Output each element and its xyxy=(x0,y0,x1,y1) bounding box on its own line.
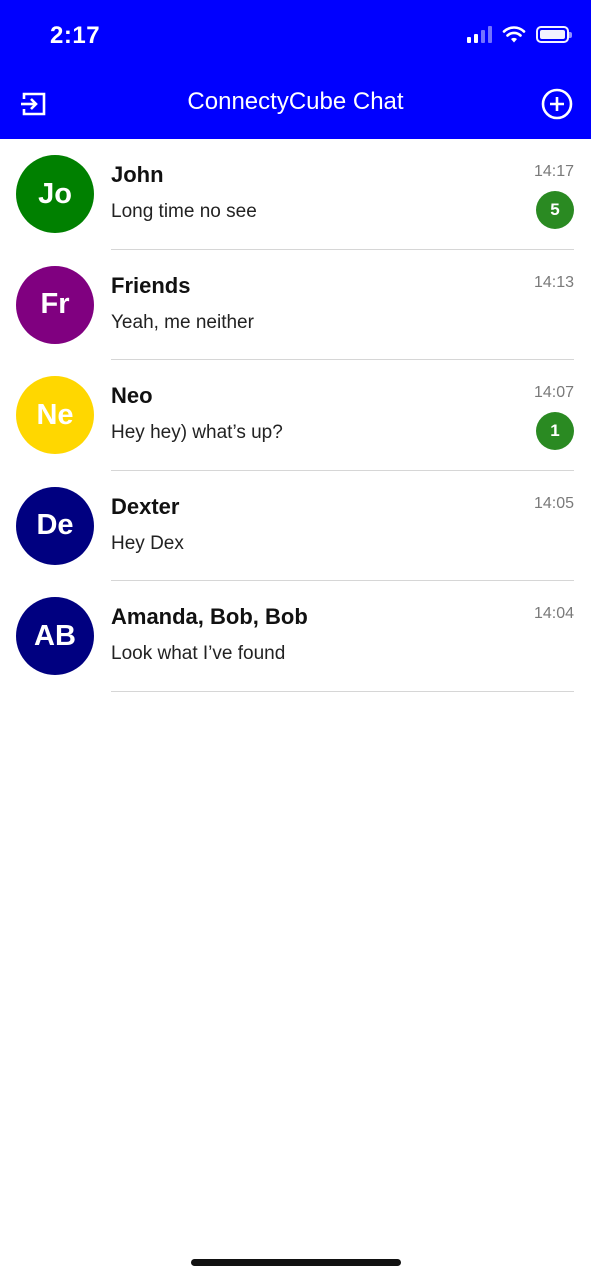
last-message: Look what I’ve found xyxy=(111,643,286,664)
unread-badge: 1 xyxy=(536,412,574,450)
chat-row[interactable]: Jo John Long time no see 14:17 5 xyxy=(0,139,591,250)
cellular-signal-icon xyxy=(467,25,492,43)
chat-name: John xyxy=(111,162,164,187)
unread-badge: 5 xyxy=(536,191,574,229)
message-time: 14:17 xyxy=(533,163,574,180)
chat-name: Friends xyxy=(111,272,191,298)
chat-row[interactable]: De Dexter Hey Dex 14:05 xyxy=(0,471,591,581)
avatar: Fr xyxy=(16,265,94,344)
home-indicator xyxy=(191,1259,401,1266)
status-icons xyxy=(467,25,572,43)
chat-list-screen: 2:17 ConnectyCube Chat Jo John Long time… xyxy=(0,0,591,1280)
chat-list: Jo John Long time no see 14:17 5 Fr Friends Yea… xyxy=(0,139,591,692)
avatar: AB xyxy=(16,597,94,675)
chat-name: Dexter xyxy=(111,493,180,519)
last-message: Long time no see xyxy=(111,201,257,222)
page-title: ConnectyCube Chat xyxy=(187,88,404,115)
message-time: 14:05 xyxy=(533,494,574,512)
app-header: 2:17 ConnectyCube Chat xyxy=(0,0,591,139)
battery-icon xyxy=(536,25,572,43)
avatar: Jo xyxy=(16,155,94,233)
chat-row[interactable]: Fr Friends Yeah, me neither 14:13 xyxy=(0,250,591,360)
wifi-icon xyxy=(502,26,526,43)
avatar: De xyxy=(16,486,94,565)
chat-row[interactable]: Ne Neo Hey hey) what’s up? 14:07 1 xyxy=(0,360,591,471)
message-time: 14:13 xyxy=(533,273,574,291)
divider xyxy=(111,690,574,692)
add-circle-icon[interactable] xyxy=(541,88,573,120)
chat-row[interactable]: AB Amanda, Bob, Bob Look what I’ve found 14… xyxy=(0,581,591,692)
last-message: Yeah, me neither xyxy=(111,311,254,333)
message-time: 14:07 xyxy=(533,384,574,401)
last-message: Hey hey) what’s up? xyxy=(111,422,283,443)
avatar: Ne xyxy=(16,376,94,454)
status-time: 2:17 xyxy=(50,22,101,49)
message-time: 14:04 xyxy=(533,605,574,622)
last-message: Hey Dex xyxy=(111,532,184,554)
chat-name: Neo xyxy=(111,383,153,408)
chat-name: Amanda, Bob, Bob xyxy=(111,604,308,629)
